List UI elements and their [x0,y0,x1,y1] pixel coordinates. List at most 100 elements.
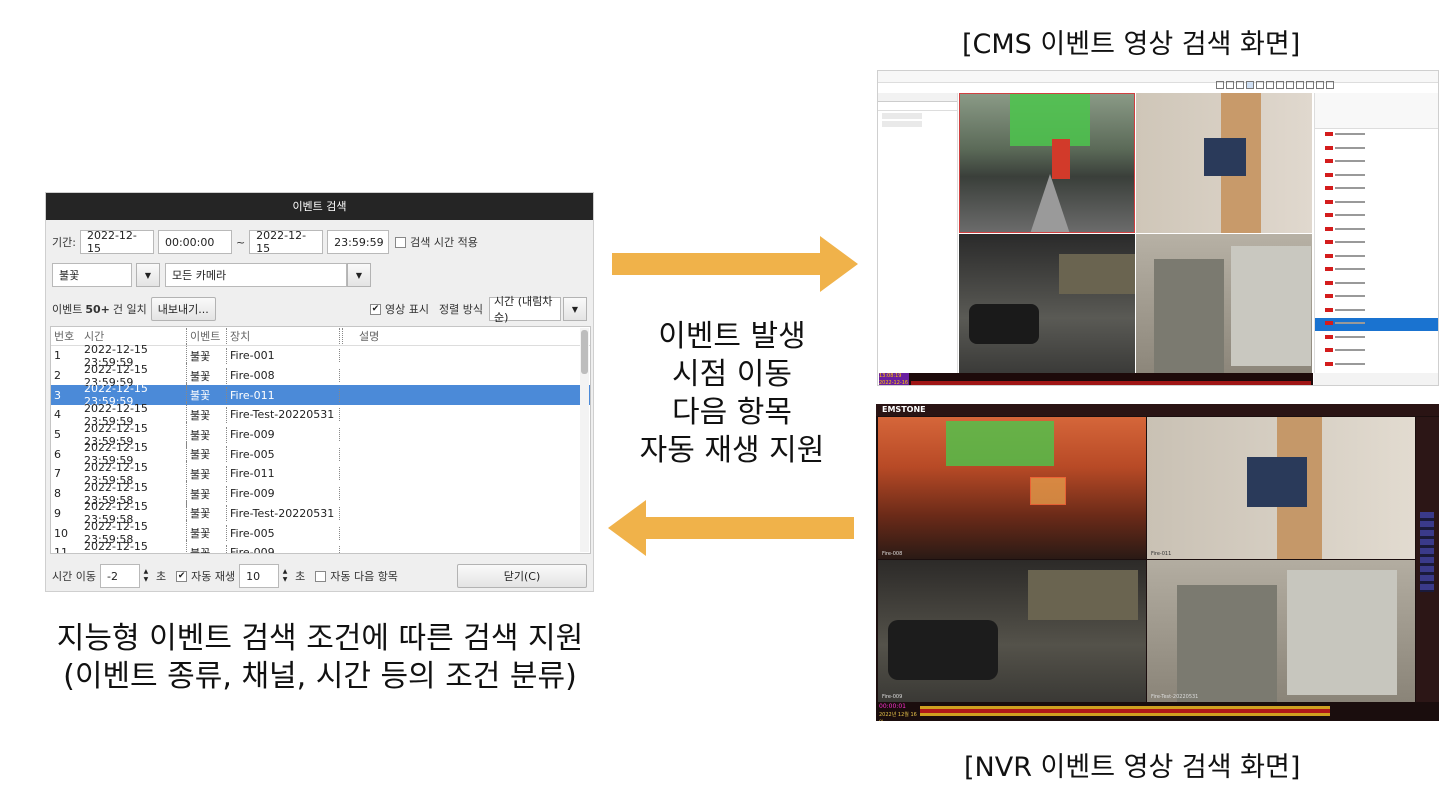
table-cell: 7 [54,467,61,481]
cms-event-item[interactable] [1315,318,1438,331]
nvr-video-2[interactable]: Fire-011 [1147,417,1415,559]
event-thumbnail-icon [1325,226,1333,231]
export-button[interactable]: 내보내기... [150,297,216,321]
close-button[interactable]: 닫기(C) [457,564,587,588]
cms-event-item[interactable] [1315,143,1438,156]
cms-event-item[interactable] [1315,210,1438,223]
cms-event-item[interactable] [1315,345,1438,358]
cms-event-item[interactable] [1315,332,1438,345]
cms-timeline[interactable]: 13:08:19 2022-12-16 [879,373,1313,385]
tree-group[interactable] [882,121,922,127]
layout-icon[interactable] [1276,81,1284,89]
column-header[interactable]: 설명 [342,328,590,344]
sort-dropdown-icon[interactable]: ▼ [563,297,587,321]
table-cell: 불꽃 [187,347,227,364]
nvr-playback-controls[interactable] [1336,704,1436,719]
cms-event-filter[interactable] [1315,93,1438,129]
start-date-field[interactable]: 2022-12-15 [79,229,154,255]
cms-video-1[interactable] [959,93,1135,233]
cms-timeline-bar[interactable] [911,381,1311,385]
feature-description: 이벤트 발생 시점 이동 다음 항목 자동 재생 지원 [612,318,852,470]
event-type-select[interactable]: 불꽃 [52,263,132,287]
cms-layout-toolbar [1216,81,1406,90]
nvr-video-4[interactable]: Fire-Test-20220531 [1147,560,1415,702]
layout-icon[interactable] [1236,81,1244,89]
event-text-line [1335,254,1365,257]
cms-video-2[interactable] [1136,93,1312,233]
camera-dropdown-icon[interactable]: ▼ [347,263,371,287]
layout-icon[interactable] [1266,81,1274,89]
event-text-line [1335,160,1365,162]
cms-event-item[interactable] [1315,251,1438,264]
cms-event-item[interactable] [1315,197,1438,210]
cms-event-item[interactable] [1315,224,1438,237]
event-thumbnail-icon [1325,361,1333,366]
cms-video-4[interactable] [1136,234,1312,374]
nvr-video-1[interactable]: Fire-008 [878,417,1146,559]
nvr-video-3[interactable]: Fire-009 [878,560,1146,702]
bottom-row: 시간 이동 -2 ▲ ▼ 초 ✔ 자동 재생 10 ▲ ▼ 초 자동 다음 항목 닫… [52,563,587,589]
nvr-timeline-bar[interactable] [920,706,1330,716]
show-video-checkbox[interactable]: ✔ [370,303,382,315]
auto-play-checkbox[interactable]: ✔ [176,570,188,582]
layout-icon[interactable] [1306,81,1314,89]
cms-video-3[interactable] [959,234,1135,374]
tree-search-icon[interactable] [878,102,957,111]
apply-search-time-checkbox[interactable] [395,236,407,248]
cms-caption: [CMS 이벤트 영상 검색 화면] [962,29,1301,60]
layout-icon[interactable] [1286,81,1294,89]
cms-event-item[interactable] [1315,359,1438,372]
cms-event-item[interactable] [1315,237,1438,250]
table-cell: Fire-001 [227,349,340,363]
column-header[interactable]: 번호 [51,328,81,344]
cms-event-item[interactable] [1315,156,1438,169]
table-scrollbar[interactable] [580,328,589,552]
cms-event-item[interactable] [1315,278,1438,291]
cms-event-item[interactable] [1315,129,1438,142]
event-thumbnail-icon [1325,307,1333,312]
camera-select[interactable]: 모든 카메라 [165,263,347,287]
time-move-stepper[interactable]: ▲ ▼ [140,564,152,588]
tree-group[interactable] [882,113,922,119]
auto-play-stepper[interactable]: ▲ ▼ [279,564,291,588]
column-header[interactable]: 이벤트 [187,328,227,344]
layout-icon[interactable] [1296,81,1304,89]
cms-event-item[interactable] [1315,170,1438,183]
auto-play-unit: 초 [295,570,306,583]
event-text-line [1335,187,1365,189]
table-cell: 11 [54,546,68,554]
road-shape [1030,174,1070,232]
end-date-field[interactable]: 2022-12-15 [249,229,324,255]
time-move-field[interactable]: -2 [99,564,140,588]
column-header[interactable]: 장치 [227,328,340,344]
cabinet-shape [1231,246,1311,366]
layout-icon[interactable] [1226,81,1234,89]
layout-icon[interactable] [1246,81,1254,89]
scrollbar-thumb[interactable] [581,330,588,374]
table-row[interactable]: 11 2022-12-15 23:59:57불꽃Fire-009 [51,539,590,554]
layout-icon[interactable] [1316,81,1324,89]
auto-next-checkbox[interactable] [315,570,327,582]
sort-select[interactable]: 시간 (내림차순) [489,295,561,324]
nvr-timeline[interactable]: 00:00:01 2022년 12월 16일 [876,702,1439,721]
end-time-field[interactable]: 23:59:59 [327,230,390,254]
cms-event-item[interactable] [1315,291,1438,304]
table-cell: 불꽃 [187,485,227,502]
cms-event-item[interactable] [1315,305,1438,318]
start-time-field[interactable]: 00:00:00 [157,230,232,254]
tree-tabs[interactable] [878,93,957,102]
table-cell: 불꽃 [187,525,227,542]
cms-playback-controls[interactable] [1314,373,1438,385]
column-header[interactable]: 시간 [81,328,187,344]
event-thumbnail-icon [1325,334,1333,339]
auto-play-field[interactable]: 10 [239,564,280,588]
nvr-channel-buttons[interactable] [1420,512,1434,592]
table-cell: 2 [54,369,61,383]
event-type-dropdown-icon[interactable]: ▼ [136,263,160,287]
cms-event-item[interactable] [1315,183,1438,196]
layout-icon[interactable] [1216,81,1224,89]
layout-icon[interactable] [1256,81,1264,89]
arrow-right-icon [612,236,858,292]
cms-event-item[interactable] [1315,264,1438,277]
layout-icon[interactable] [1326,81,1334,89]
